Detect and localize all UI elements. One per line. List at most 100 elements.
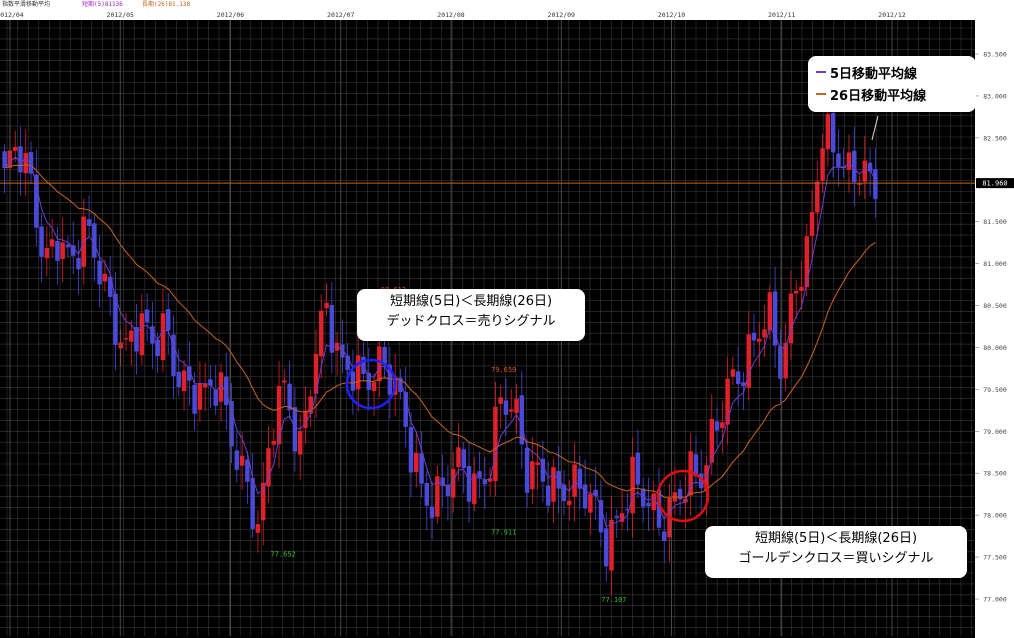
y-tick-label: 79.500 bbox=[983, 386, 1007, 394]
candle-body bbox=[34, 174, 39, 228]
golden-cross-line1: 短期線(5日)＜長期線(26日) bbox=[754, 531, 918, 546]
candle-body bbox=[572, 464, 577, 497]
candle-body bbox=[424, 482, 430, 506]
candle-body bbox=[419, 453, 424, 484]
x-tick-label: 2012/06 bbox=[217, 11, 244, 19]
candle-body bbox=[234, 450, 240, 470]
candle-body bbox=[714, 421, 720, 431]
candle-body bbox=[846, 152, 852, 170]
dead-cross-line2: デッドクロス＝売りシグナル bbox=[386, 314, 556, 329]
candle-body bbox=[767, 292, 773, 331]
dead-cross-line1: 短期線(5日)＜長期線(26日) bbox=[389, 294, 553, 309]
y-tick-label: 81.500 bbox=[983, 218, 1007, 226]
candle-body bbox=[857, 183, 862, 185]
legend-item-long: 26日移動平均線 bbox=[816, 83, 968, 105]
current-price-label: 81.960 bbox=[982, 180, 1007, 188]
candle-body bbox=[86, 219, 92, 227]
candle-body bbox=[329, 305, 335, 353]
candle-body bbox=[355, 355, 361, 390]
candle-body bbox=[524, 447, 530, 493]
peak-label: 79.659 bbox=[491, 366, 516, 374]
candle-body bbox=[809, 211, 815, 236]
candle-body bbox=[39, 226, 44, 257]
candle-body bbox=[498, 397, 503, 404]
candle-body bbox=[757, 338, 762, 342]
y-tick-label: 83.000 bbox=[983, 92, 1007, 100]
candle-body bbox=[229, 401, 234, 447]
candle-body bbox=[414, 452, 419, 472]
candle-body bbox=[44, 248, 50, 259]
candle-body bbox=[65, 244, 71, 248]
y-tick-label: 83.500 bbox=[983, 51, 1007, 59]
candle-body bbox=[751, 332, 757, 341]
candle-body bbox=[836, 153, 841, 168]
candle-body bbox=[176, 371, 182, 388]
candle-body bbox=[271, 440, 277, 445]
legend-label-short: 5日移動平均線 bbox=[830, 66, 918, 82]
candle-body bbox=[160, 313, 166, 361]
y-tick-label: 81.000 bbox=[983, 260, 1007, 268]
candle-body bbox=[603, 528, 609, 567]
candle-body bbox=[245, 459, 250, 482]
candle-body bbox=[255, 524, 261, 533]
candle-body bbox=[799, 286, 804, 291]
y-tick-label: 78.000 bbox=[983, 512, 1007, 520]
y-tick-label: 79.000 bbox=[983, 428, 1007, 436]
candle-body bbox=[250, 477, 255, 529]
candle-body bbox=[582, 484, 588, 509]
candle-body bbox=[820, 148, 825, 181]
golden-cross-line2: ゴールデンクロス＝買いシグナル bbox=[738, 551, 934, 566]
candle-body bbox=[144, 309, 150, 323]
peak-label: 77.107 bbox=[601, 596, 626, 604]
candle-body bbox=[456, 447, 461, 468]
x-tick-label: 2012/05 bbox=[107, 11, 134, 19]
candle-body bbox=[873, 169, 878, 200]
legend-swatch-short bbox=[816, 71, 826, 73]
candle-body bbox=[92, 223, 97, 258]
y-tick-label: 80.000 bbox=[983, 344, 1007, 352]
legend-swatch-long bbox=[816, 93, 826, 95]
candle-body bbox=[646, 502, 651, 507]
golden-cross-callout: 短期線(5日)＜長期線(26日) ゴールデンクロス＝買いシグナル bbox=[705, 526, 967, 578]
candle-body bbox=[493, 406, 498, 481]
x-tick-label: 2012/10 bbox=[658, 11, 685, 19]
candle-body bbox=[530, 461, 535, 490]
legend-item-short: 5日移動平均線 bbox=[816, 61, 968, 83]
legend: 5日移動平均線 26日移動平均線 bbox=[808, 56, 976, 112]
candle-body bbox=[192, 384, 197, 414]
candle-body bbox=[129, 330, 134, 342]
candle-body bbox=[55, 241, 60, 261]
candle-body bbox=[461, 449, 466, 469]
candle-body bbox=[165, 309, 171, 331]
candle-body bbox=[345, 355, 350, 370]
candle-body bbox=[371, 382, 377, 392]
dead-cross-callout: 短期線(5日)＜長期線(26日) デッドクロス＝売りシグナル bbox=[357, 289, 585, 341]
x-tick-label: 2012/09 bbox=[548, 11, 575, 19]
candle-body bbox=[224, 376, 229, 406]
x-tick-label: 2012/04 bbox=[0, 11, 24, 19]
current-price-tag: 81.960 bbox=[976, 178, 1014, 189]
candle-body bbox=[181, 370, 187, 392]
candle-body bbox=[503, 400, 509, 415]
candle-body bbox=[577, 468, 583, 489]
candle-body bbox=[23, 152, 28, 174]
candle-body bbox=[630, 456, 635, 514]
candle-body bbox=[804, 236, 809, 287]
y-axis-area bbox=[975, 20, 1014, 638]
candle-body bbox=[118, 342, 123, 349]
candle-body bbox=[551, 467, 556, 502]
candle-body bbox=[260, 482, 266, 521]
candle-body bbox=[815, 181, 820, 213]
x-tick-label: 2012/11 bbox=[768, 11, 795, 19]
candle-body bbox=[297, 431, 303, 455]
candle-body bbox=[12, 146, 18, 151]
candle-body bbox=[102, 273, 108, 282]
candle-body bbox=[509, 409, 514, 412]
candle-body bbox=[482, 479, 488, 485]
y-tick-label: 77.000 bbox=[983, 596, 1007, 604]
candle-body bbox=[609, 519, 614, 571]
x-tick-label: 2012/12 bbox=[878, 11, 905, 19]
y-tick-label: 82.500 bbox=[983, 134, 1007, 142]
candle-body bbox=[545, 485, 551, 506]
x-tick-label: 2012/07 bbox=[327, 11, 354, 19]
